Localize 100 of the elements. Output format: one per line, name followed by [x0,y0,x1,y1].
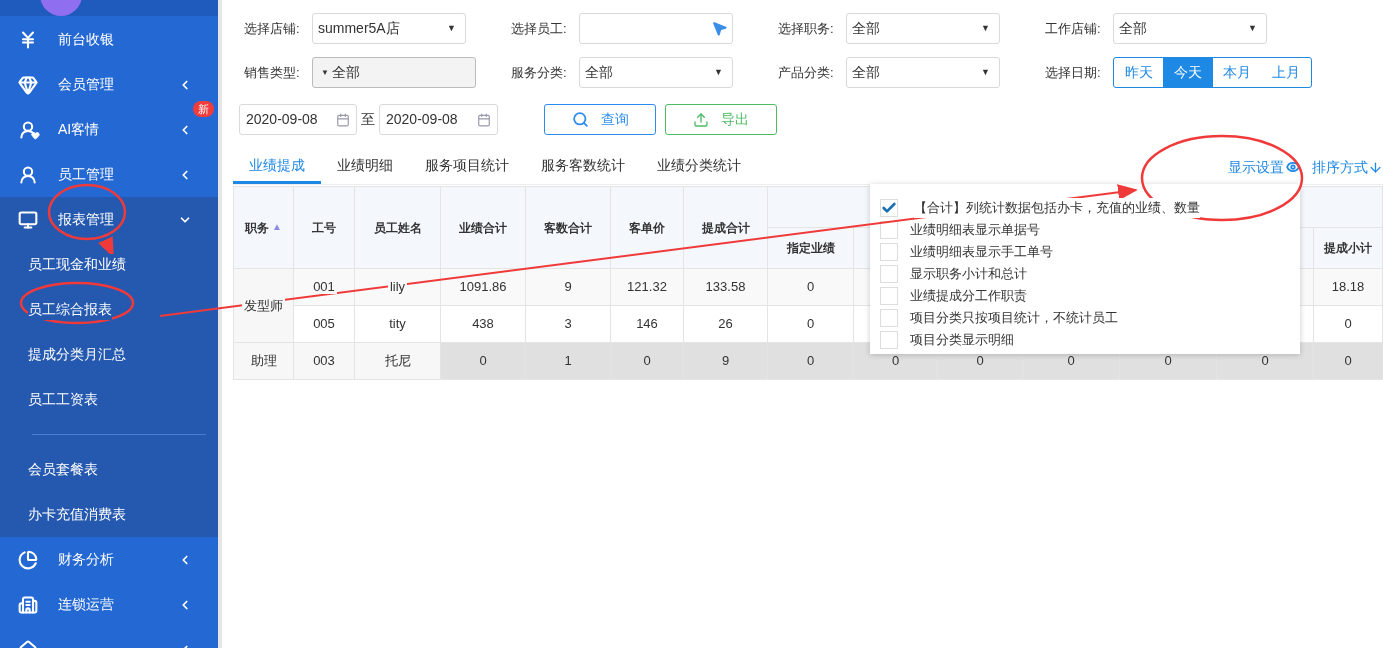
table-cell: 0 [1313,305,1383,343]
sort-order-link[interactable]: 排序方式 [1312,150,1383,184]
table-cell: lily [354,268,441,306]
display-settings-link[interactable]: 显示设置 [1228,150,1300,184]
select-dropdown[interactable]: 全部 ▼ [846,57,1000,88]
diamond-icon [18,74,38,95]
pointer-icon [711,20,728,37]
table-cell: 1 [525,342,611,380]
select-dropdown[interactable]: summer5A店 ▼ [312,13,466,44]
table-cell: 005 [293,305,355,343]
filter-label: 产品分类: [778,63,835,82]
upload-icon [693,111,709,128]
eye-icon [1286,160,1300,174]
dropdown-caret-icon: ▼ [981,21,990,36]
new-badge: 新 [193,101,214,117]
column-header: 客单价 [610,186,684,269]
dropdown-caret-icon: ▼ [321,66,329,79]
dropdown-caret-icon: ▼ [447,21,456,36]
table-cell: 0 [767,305,854,343]
checkbox[interactable] [880,221,898,239]
table-cell: 9 [683,342,768,380]
pie-chart-icon [18,549,38,570]
select-dropdown[interactable]: ▼ 全部 [312,57,476,88]
dropdown-caret-icon: ▼ [714,65,723,80]
checkbox[interactable] [880,199,898,217]
table-cell: 发型师 [233,268,294,343]
sidebar-subitem[interactable]: 员工综合报表 [28,299,112,320]
column-header: 业绩合计 [440,186,526,269]
checkbox[interactable] [880,265,898,283]
sidebar-item[interactable]: 连锁运营 [0,582,192,627]
filter-label: 选择店铺: [244,19,301,38]
sidebar-item[interactable]: 员工管理 [0,152,192,197]
option-label: 【合计】列统计数据包括办卡，充值的业绩、数量 [914,198,1200,218]
monitor-chart-icon [18,209,38,230]
calendar-icon [477,112,491,127]
person-icon [18,164,38,185]
column-header: 提成合计 [683,186,768,269]
column-header: 员工姓名 [354,186,441,269]
filter-label: 销售类型: [244,63,301,82]
table-cell: 146 [610,305,684,343]
query-button[interactable]: 查询 [544,104,656,135]
table-cell: 助理 [233,342,294,380]
date-separator: 至 [361,110,375,129]
checkbox[interactable] [880,243,898,261]
table-cell: 1091.86 [440,268,526,306]
sidebar-item[interactable]: 财务分析 [0,537,192,582]
filter-label: 选择员工: [511,19,568,38]
building-icon [18,594,38,615]
table-cell: 003 [293,342,355,380]
date-field[interactable]: 2020-09-08 [379,104,498,135]
column-header: 工号 [293,186,355,269]
checkbox[interactable] [880,331,898,349]
sidebar-item[interactable]: 会员管理 [0,62,192,107]
date-toggle-button[interactable]: 今天 [1163,58,1213,87]
table-cell: 托尼 [354,342,441,380]
table-cell: 9 [525,268,611,306]
report-tab[interactable]: 业绩分类统计 [641,150,757,184]
dropdown-caret-icon: ▼ [1248,21,1257,36]
column-header[interactable]: 职务 ▲ [233,186,294,269]
table-cell: 121.32 [610,268,684,306]
filter-label: 服务分类: [511,63,568,82]
dropdown-caret-icon: ▼ [981,65,990,80]
search-icon [571,111,589,128]
checkbox[interactable] [880,309,898,327]
table-cell: 438 [440,305,526,343]
column-header: 客数合计 [525,186,611,269]
table-cell: 18.18 [1313,268,1383,306]
date-toggle-button[interactable]: 上月 [1261,58,1311,87]
sidebar-item[interactable]: 报表管理 [0,197,192,242]
sort-up-icon: ▲ [272,220,282,232]
table-cell: 26 [683,305,768,343]
filter-label: 选择职务: [778,19,835,38]
filter-label: 工作店铺: [1045,19,1102,38]
report-tab[interactable]: 业绩明细 [321,150,409,184]
option-label: 业绩提成分工作职责 [910,286,1027,306]
select-dropdown[interactable]: 全部 ▼ [579,57,733,88]
select-dropdown[interactable]: 全部 ▼ [846,13,1000,44]
filter-label: 选择日期: [1045,63,1102,82]
sidebar-item[interactable]: AI客情 [0,107,192,152]
column-header: 提成小计 [1313,227,1383,269]
table-cell: 0 [440,342,526,380]
report-tab[interactable]: 服务项目统计 [409,150,525,184]
calendar-icon [336,112,350,127]
select-dropdown[interactable]: 全部 ▼ [1113,13,1267,44]
date-toggle-button[interactable]: 本月 [1212,58,1262,87]
table-cell: 0 [1313,342,1383,380]
table-cell: tity [354,305,441,343]
table-cell: 0 [610,342,684,380]
staff-picker-field[interactable] [579,13,733,44]
date-field[interactable]: 2020-09-08 [239,104,357,135]
table-cell: 3 [525,305,611,343]
table-cell: 0 [767,342,854,380]
report-tab[interactable]: 服务客数统计 [525,150,641,184]
sidebar-item[interactable]: 前台收银 [0,17,192,62]
date-toggle-button[interactable]: 昨天 [1114,58,1164,87]
person-heart-icon [18,119,38,140]
checkbox[interactable] [880,287,898,305]
arrow-down-icon [1368,159,1383,175]
table-cell: 001 [293,268,355,306]
table-cell: 0 [767,268,854,306]
